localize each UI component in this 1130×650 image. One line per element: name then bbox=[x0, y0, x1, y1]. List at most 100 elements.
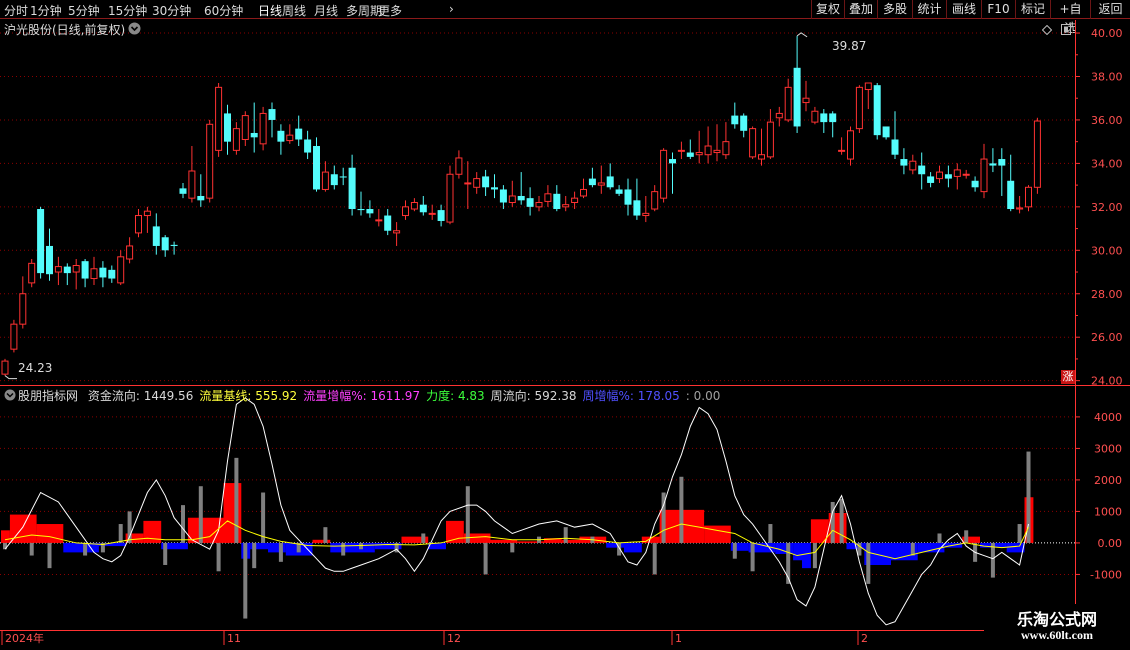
candle-up bbox=[90, 268, 98, 280]
candle-up bbox=[72, 265, 80, 273]
candle-down bbox=[588, 178, 596, 186]
grid-lines bbox=[0, 32, 1075, 575]
candle-down bbox=[873, 85, 881, 136]
flow-axis-ticks: 4000 3000 2000 1000 0.00 -1000 bbox=[1075, 411, 1122, 581]
candle-down bbox=[170, 244, 178, 246]
candle-down bbox=[295, 128, 303, 140]
candle-down bbox=[482, 176, 490, 188]
indicator-field-0: 资金流向: 1449.56 bbox=[88, 389, 193, 403]
watermark: 乐淘公式网 www.60lt.com bbox=[984, 604, 1130, 650]
price-tick-label: 30.00 bbox=[1091, 244, 1123, 257]
flow-bar bbox=[223, 483, 242, 543]
indicator-field-value: 592.38 bbox=[530, 389, 577, 403]
candle-up bbox=[117, 256, 125, 284]
axes bbox=[0, 20, 1130, 650]
candle-down bbox=[161, 237, 169, 251]
chevron-down-icon[interactable] bbox=[128, 22, 141, 38]
diamond-icon[interactable] bbox=[1041, 24, 1053, 38]
candle-down bbox=[882, 126, 890, 138]
volume-bar bbox=[181, 505, 185, 543]
price-tick-label: 36.00 bbox=[1091, 114, 1123, 127]
candle-up bbox=[677, 149, 685, 152]
indicator-field-6: : 0.00 bbox=[686, 389, 721, 403]
candle-up bbox=[597, 182, 605, 186]
indicator-field-label: 资金流向: bbox=[87, 389, 140, 403]
flow-bar bbox=[1, 530, 10, 543]
candle-up bbox=[535, 202, 543, 208]
main-panel-title: 沪光股份(日线,前复权) bbox=[4, 23, 126, 37]
candle-up bbox=[402, 206, 409, 217]
candle-down bbox=[526, 198, 534, 207]
volume-bar bbox=[341, 542, 346, 556]
volume-bar bbox=[278, 542, 283, 562]
candle-down bbox=[179, 188, 187, 194]
candle-up bbox=[28, 262, 36, 284]
date-label: 2 bbox=[861, 632, 868, 645]
candle-up bbox=[464, 182, 472, 185]
candle-down bbox=[63, 266, 71, 274]
flow-bar bbox=[624, 542, 642, 553]
candle-down bbox=[81, 261, 89, 279]
candle-up bbox=[722, 141, 730, 156]
candle-up bbox=[864, 82, 872, 91]
date-label: 11 bbox=[227, 632, 241, 645]
volume-bar bbox=[732, 542, 737, 559]
watermark-url: www.60lt.com bbox=[1021, 628, 1093, 642]
candle-down bbox=[37, 209, 45, 274]
high-price-label: 39.87 bbox=[832, 39, 867, 53]
candle-up bbox=[660, 149, 668, 199]
candle-down bbox=[918, 165, 926, 175]
candle-up bbox=[936, 171, 943, 180]
volume-bar bbox=[234, 457, 239, 543]
zhang-badge[interactable]: 涨 bbox=[1061, 370, 1075, 384]
volume-bar bbox=[1017, 524, 1022, 543]
indicator-field-4: 周流向: 592.38 bbox=[491, 389, 577, 403]
flow-bar bbox=[1006, 542, 1025, 553]
low-marker bbox=[4, 375, 17, 380]
candle-up bbox=[642, 212, 650, 217]
flow-bar bbox=[802, 542, 811, 569]
candle-down bbox=[998, 159, 1006, 166]
candle-up bbox=[855, 86, 863, 130]
flow-bar bbox=[606, 542, 624, 548]
candle-down bbox=[553, 193, 561, 210]
price-tick-label: 38.00 bbox=[1091, 70, 1123, 83]
volume-bar bbox=[652, 542, 657, 575]
chevron-down-icon[interactable] bbox=[4, 389, 16, 404]
watermark-title: 乐淘公式网 bbox=[1016, 610, 1097, 629]
candle-up bbox=[695, 152, 703, 156]
candle-up bbox=[508, 195, 516, 204]
volume-bar bbox=[812, 542, 817, 569]
indicator-field-value: 4.83 bbox=[454, 389, 485, 403]
candle-up bbox=[758, 154, 765, 160]
candle-up bbox=[446, 173, 454, 223]
candle-up bbox=[802, 97, 810, 104]
candle-down bbox=[731, 115, 739, 125]
volume-bar bbox=[261, 492, 266, 543]
candle-up bbox=[143, 210, 151, 217]
candle-up bbox=[188, 170, 196, 199]
candle-up bbox=[775, 112, 783, 119]
volume-bar bbox=[421, 533, 426, 543]
volume-bar bbox=[679, 476, 684, 543]
date-label: 12 bbox=[447, 632, 461, 645]
candle-up bbox=[241, 115, 249, 140]
candle-up bbox=[393, 230, 401, 234]
candle-down bbox=[900, 159, 908, 166]
scroll-up-icon[interactable] bbox=[1061, 24, 1071, 38]
candlestick-series bbox=[1, 32, 1041, 380]
candle-up bbox=[126, 245, 134, 260]
flow-tick-label: 3000 bbox=[1094, 442, 1122, 455]
candle-down bbox=[277, 130, 285, 142]
candle-up bbox=[811, 110, 819, 123]
candle-down bbox=[437, 210, 445, 221]
price-tick-label: 40.00 bbox=[1091, 27, 1123, 40]
candle-up bbox=[909, 160, 917, 171]
indicator-field-1: 流量基线: 555.92 bbox=[199, 389, 297, 403]
chart-canvas: 40.00 38.00 36.00 34.00 32.00 30.00 28.00 26.00… bbox=[0, 20, 1130, 650]
flow-tick-label: 4000 bbox=[1094, 411, 1122, 424]
indicator-field-label: 流量基线: bbox=[199, 389, 252, 403]
volume-bar bbox=[163, 542, 168, 565]
candle-up bbox=[135, 215, 142, 234]
candle-down bbox=[1007, 180, 1015, 210]
